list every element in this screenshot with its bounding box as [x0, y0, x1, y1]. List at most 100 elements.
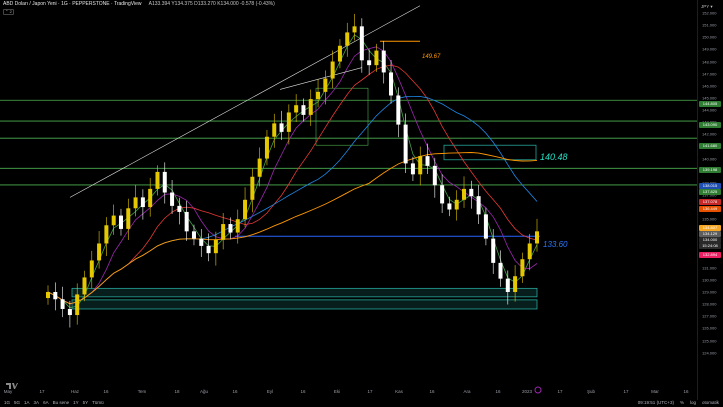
candle-body [352, 26, 357, 33]
time-label: Tem [137, 389, 147, 394]
candle-body [381, 50, 386, 73]
candle-body [148, 188, 153, 208]
level-label-support[interactable]: 133.60 [543, 240, 567, 249]
candles [46, 13, 539, 328]
candle-body [279, 123, 284, 132]
percent-scale-button[interactable]: % [680, 400, 684, 405]
time-label: 2023 [521, 389, 533, 394]
candle-body [104, 225, 109, 244]
chart-header: ABD Doları / Japon Yeni · 1G · PEPPERSTO… [3, 1, 281, 19]
time-label: Mar [651, 389, 659, 394]
candle-body [345, 32, 350, 46]
time-label: Haz [70, 389, 80, 394]
level-label-resistance[interactable]: 149.67 [422, 54, 440, 60]
price-tick: 147.000 [702, 71, 717, 77]
price-tick: 149.000 [702, 46, 717, 52]
symbol-title[interactable]: ABD Doları / Japon Yeni · 1G · PEPPERSTO… [3, 1, 142, 7]
horizontal-levels [0, 40, 697, 237]
candlestick-chart[interactable] [0, 0, 700, 400]
candle-body [447, 203, 452, 210]
ma-medium-line[interactable] [47, 46, 538, 305]
price-tick: 124.000 [702, 350, 717, 356]
time-label: 17 [367, 389, 373, 394]
timeframe-button[interactable]: 1A [24, 400, 30, 405]
candle-body [330, 61, 335, 79]
candle-body [46, 291, 50, 299]
candle-body [97, 243, 102, 261]
price-tick: 135.000 [702, 216, 717, 222]
candle-body [235, 219, 240, 233]
trend-line[interactable] [279, 67, 363, 90]
candle-body [301, 105, 306, 115]
demand-zone-box[interactable] [71, 299, 538, 310]
candle-body [228, 224, 233, 233]
candle-body [206, 245, 211, 254]
candle-body [155, 171, 160, 189]
time-axis[interactable]: May 17 Haz 16 Tem 18 Ağu 16 Eyl 16 Eki 17 Kas 16 Ara 16… [0, 389, 697, 398]
time-label: 16 [300, 389, 306, 394]
time-label: Kas [395, 389, 403, 394]
candle-body [294, 105, 299, 113]
candle-body [60, 299, 65, 309]
candle-body [359, 26, 364, 61]
price-tick: 126.000 [702, 325, 717, 331]
price-tick: 146.000 [702, 83, 717, 89]
log-scale-button[interactable]: log [690, 400, 696, 405]
time-label: Eyl [266, 389, 274, 394]
candle-body [432, 165, 437, 186]
candle-body [535, 231, 539, 244]
ma-slow-line[interactable] [47, 64, 538, 305]
price-tick: 151.000 [702, 22, 717, 28]
timeframe-button[interactable]: Tümü [92, 400, 104, 405]
candle-body [126, 208, 131, 229]
candle-body [505, 278, 510, 292]
price-tick: 144.000 [702, 107, 717, 113]
candle-body [491, 238, 496, 263]
candle-body [53, 291, 58, 300]
candle-body [418, 156, 423, 175]
price-tick: 130.000 [702, 277, 717, 283]
price-tag: 141.680 [699, 143, 721, 149]
candle-body [462, 188, 467, 200]
candle-body [243, 199, 248, 220]
price-tag: 137.825 [699, 189, 721, 195]
candle-body [184, 211, 189, 232]
time-label: Ağu [199, 389, 209, 394]
time-label: 16 [429, 389, 435, 394]
currency-selector[interactable]: JPY ▾ [701, 4, 713, 10]
range-box[interactable] [315, 87, 369, 146]
price-tag: 132.894 [699, 252, 721, 258]
tradingview-logo-icon[interactable] [6, 382, 18, 390]
candle-body [396, 95, 401, 125]
price-tick: 125.000 [702, 338, 717, 343]
time-label: 17 [39, 389, 45, 394]
indicator-collapse-button[interactable]: ⌃ 2 [3, 9, 14, 15]
price-tick: 127.000 [702, 313, 717, 319]
timeframe-button[interactable]: 5G [14, 400, 20, 405]
candle-body [410, 163, 415, 175]
timeframe-button[interactable]: 6A [43, 400, 49, 405]
candle-body [118, 215, 123, 229]
demand-zone-box[interactable] [71, 287, 538, 298]
time-label: 17 [623, 389, 629, 394]
candle-body [520, 259, 525, 277]
time-label: 16 [232, 389, 238, 394]
timeframe-button[interactable]: Bu sene [53, 400, 70, 405]
price-tag: 137.078 [699, 199, 721, 205]
candle-body [323, 78, 328, 92]
timeframe-button[interactable]: 1G [4, 400, 10, 405]
clock-readout: 09:19:51 (UTC+3) [637, 400, 674, 405]
timeframe-button[interactable]: 1Y [73, 400, 79, 405]
auto-scale-button[interactable]: otomatik [702, 400, 719, 405]
candle-body [374, 50, 379, 66]
price-tick: 129.000 [702, 289, 717, 295]
price-tick: 148.000 [702, 59, 717, 65]
price-axis[interactable]: JPY ▾ 152.000 151.000 150.000 149.000 148.00… [697, 0, 723, 400]
level-label-box[interactable]: 140.48 [540, 152, 568, 162]
time-label: Şub [586, 389, 596, 394]
timeframe-button[interactable]: 5Y [83, 400, 89, 405]
timeframe-button[interactable]: 3A [34, 400, 40, 405]
price-tag: 144.805 [699, 101, 721, 107]
ma-long-line[interactable] [47, 96, 538, 305]
price-tick: 142.000 [702, 131, 717, 137]
